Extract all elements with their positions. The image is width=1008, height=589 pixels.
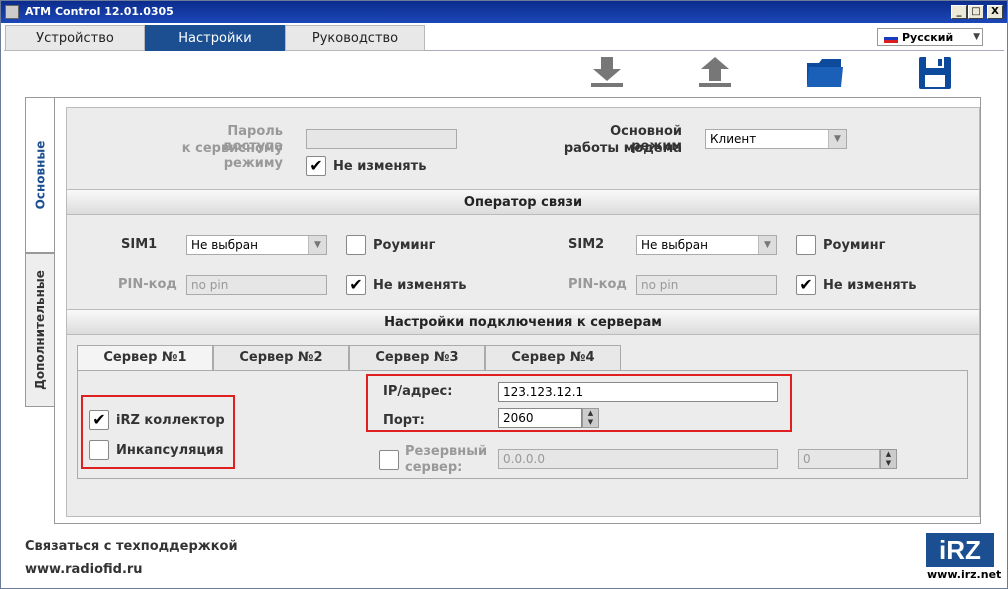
sim2-pin-field[interactable]: no pin xyxy=(636,275,777,295)
upload-icon[interactable] xyxy=(695,55,735,91)
ip-field[interactable]: 123.123.12.1 xyxy=(498,382,778,402)
logo-text: iRZ xyxy=(926,533,994,567)
sim2-no-change-label: Не изменять xyxy=(823,278,917,293)
chevron-down-icon: ▼ xyxy=(758,236,776,254)
modem-mode-label-2: работы модема xyxy=(563,141,682,156)
tab-server-3[interactable]: Сервер №3 xyxy=(349,345,485,371)
port-stepper[interactable]: ▲ ▼ xyxy=(582,408,599,428)
password-no-change-label: Не изменять xyxy=(333,159,427,174)
password-field[interactable] xyxy=(306,129,457,149)
support-link[interactable]: Связаться с техподдержкой xyxy=(25,539,238,554)
servers-section-title: Настройки подключения к серверам xyxy=(67,309,979,335)
sim1-value: Не выбран xyxy=(191,238,258,252)
language-select[interactable]: Русский ▼ xyxy=(877,28,983,46)
sim1-select[interactable]: Не выбран ▼ xyxy=(186,235,327,255)
tab-general-label: Основные xyxy=(33,140,48,210)
chevron-down-icon: ▼ xyxy=(828,130,846,148)
chevron-down-icon: ▼ xyxy=(308,236,326,254)
app-window: ATM Control 12.01.0305 _ □ X Устройство … xyxy=(0,0,1008,589)
folder-icon[interactable] xyxy=(805,55,845,91)
ip-label: IP/адрес: xyxy=(383,384,453,399)
title-bar: ATM Control 12.01.0305 _ □ X xyxy=(1,1,1007,23)
sim2-label: SIM2 xyxy=(568,237,605,252)
backup-server-label-2: сервер: xyxy=(405,460,463,475)
tab-additional[interactable]: Дополнительные xyxy=(25,253,55,407)
sim1-no-change-label: Не изменять xyxy=(373,278,467,293)
backup-server-checkbox[interactable] xyxy=(379,450,399,470)
tab-additional-label: Дополнительные xyxy=(33,270,47,390)
operator-section-title: Оператор связи xyxy=(67,189,979,215)
sim2-roaming-checkbox[interactable] xyxy=(796,235,816,255)
sim2-value: Не выбран xyxy=(641,238,708,252)
port-label: Порт: xyxy=(383,413,425,428)
tab-manual[interactable]: Руководство xyxy=(285,25,425,51)
backup-port-field[interactable]: 0 xyxy=(798,449,880,469)
encapsulation-checkbox[interactable] xyxy=(89,440,109,460)
backup-ip-field[interactable]: 0.0.0.0 xyxy=(498,449,778,469)
sim2-pin-label: PIN-код xyxy=(568,277,627,292)
minimize-button[interactable]: _ xyxy=(951,5,967,19)
sim1-pin-label: PIN-код xyxy=(118,277,177,292)
tab-settings[interactable]: Настройки xyxy=(145,25,285,51)
maximize-button[interactable]: □ xyxy=(968,5,984,19)
site-link[interactable]: www.radiofid.ru xyxy=(25,562,143,577)
window-title: ATM Control 12.01.0305 xyxy=(25,5,174,18)
chevron-down-icon: ▼ xyxy=(973,32,980,42)
encapsulation-label: Инкапсуляция xyxy=(116,443,224,458)
tab-server-2[interactable]: Сервер №2 xyxy=(213,345,349,371)
logo-url: www.irz.net xyxy=(927,568,1002,581)
sim1-pin-field[interactable]: no pin xyxy=(186,275,327,295)
modem-mode-value: Клиент xyxy=(710,132,757,146)
sim2-roaming-label: Роуминг xyxy=(823,238,886,253)
sim1-label: SIM1 xyxy=(121,237,158,252)
sim2-select[interactable]: Не выбран ▼ xyxy=(636,235,777,255)
download-icon[interactable] xyxy=(587,55,627,91)
sim1-no-change-checkbox[interactable]: ✔ xyxy=(346,275,366,295)
sim1-roaming-label: Роуминг xyxy=(373,238,436,253)
sim1-roaming-checkbox[interactable] xyxy=(346,235,366,255)
tab-server-1[interactable]: Сервер №1 xyxy=(77,345,213,371)
app-icon xyxy=(5,5,19,19)
irz-collector-label: iRZ коллектор xyxy=(116,413,225,428)
close-button[interactable]: X xyxy=(987,5,1003,19)
port-field[interactable]: 2060 xyxy=(498,408,582,428)
irz-logo: iRZ xyxy=(926,533,994,567)
backup-port-stepper[interactable]: ▲ ▼ xyxy=(880,449,897,469)
save-icon[interactable] xyxy=(915,55,955,91)
language-value: Русский xyxy=(902,31,954,44)
sim2-no-change-checkbox[interactable]: ✔ xyxy=(796,275,816,295)
russian-flag-icon xyxy=(884,34,898,43)
modem-mode-select[interactable]: Клиент ▼ xyxy=(705,129,847,149)
tab-general[interactable]: Основные xyxy=(25,97,55,253)
tab-device[interactable]: Устройство xyxy=(5,25,145,51)
tab-server-4[interactable]: Сервер №4 xyxy=(485,345,621,371)
main-menu: Устройство Настройки Руководство xyxy=(4,24,1004,51)
password-label-2: к сервисному режиму xyxy=(181,141,283,171)
backup-server-label: Резервный xyxy=(405,444,488,459)
irz-collector-checkbox[interactable]: ✔ xyxy=(89,410,109,430)
password-no-change-checkbox[interactable]: ✔ xyxy=(306,156,326,176)
